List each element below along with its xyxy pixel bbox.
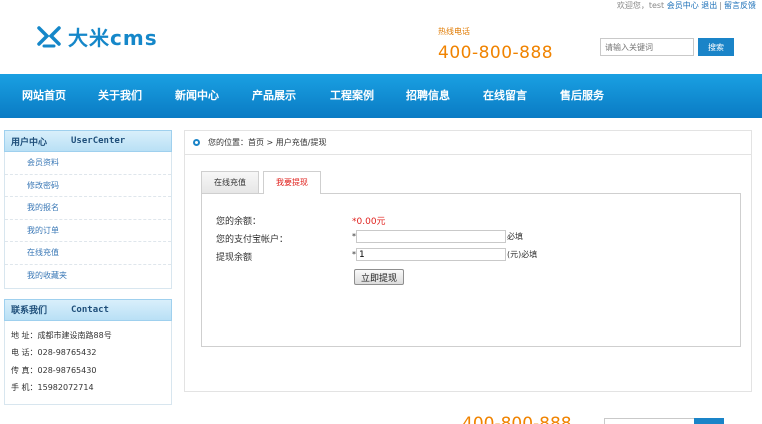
main-nav: 网站首页 关于我们 新闻中心 产品展示 工程案例 招聘信息 在线留言 售后服务 — [0, 74, 762, 118]
sidebar-item-registrations[interactable]: 我的报名 — [5, 197, 171, 220]
hotline-label: 热线电话 — [438, 27, 470, 36]
location-icon — [193, 139, 200, 146]
contact-fax: 传 真：028-98765430 — [11, 365, 97, 375]
contact-title: 联系我们 — [11, 306, 48, 317]
member-center-link[interactable]: 会员中心 — [667, 1, 699, 10]
user-center-title: 用户中心 — [11, 137, 48, 148]
topbar-separator: | — [719, 1, 722, 10]
welcome-text: 欢迎您， — [616, 1, 649, 10]
sidebar-item-recharge[interactable]: 在线充值 — [5, 242, 171, 265]
footer-search-button[interactable] — [694, 418, 724, 424]
nav-item-cases[interactable]: 工程案例 — [330, 74, 374, 118]
sidebar-item-profile[interactable]: 会员资料 — [5, 152, 171, 175]
nav-item-home[interactable]: 网站首页 — [22, 74, 66, 118]
sidebar-item-password[interactable]: 修改密码 — [5, 175, 171, 198]
hotline: 热线电话 400-800-888 — [438, 26, 553, 63]
nav-item-news[interactable]: 新闻中心 — [175, 74, 219, 118]
tab-recharge[interactable]: 在线充值 — [201, 171, 259, 193]
search-bar: 搜索 — [600, 38, 734, 56]
alipay-field-group: * 必填 — [352, 230, 523, 243]
sidebar-item-orders[interactable]: 我的订单 — [5, 220, 171, 243]
search-input[interactable] — [600, 38, 694, 56]
footer-search-input[interactable] — [604, 418, 694, 424]
breadcrumb: 您的位置：首页 > 用户充值/提现 — [185, 131, 751, 155]
contact-title-en: Contact — [71, 304, 109, 315]
footer-hotline-number: 400-800-888 — [462, 414, 572, 424]
nav-item-products[interactable]: 产品展示 — [252, 74, 296, 118]
sidebar: 用户中心 UserCenter 会员资料 修改密码 我的报名 我的订单 在线充值… — [4, 130, 172, 405]
username: test — [648, 1, 665, 10]
amount-label: 提现余额 — [216, 253, 253, 263]
contact-phone: 电 话：028-98765432 — [11, 348, 97, 358]
user-center-menu: 会员资料 修改密码 我的报名 我的订单 在线充值 我的收藏夹 — [4, 152, 172, 289]
contact-list: 地 址：成都市建设南路88号 电 话：028-98765432 传 真：028-… — [4, 320, 172, 405]
nav-item-service[interactable]: 售后服务 — [560, 74, 604, 118]
alipay-label: 您的支付宝帐户： — [216, 235, 289, 245]
search-button[interactable]: 搜索 — [698, 38, 734, 56]
amount-field-group: *(元)必填 — [352, 248, 537, 261]
breadcrumb-text: 您的位置：首页 > 用户充值/提现 — [208, 138, 327, 147]
alipay-required-note: 必填 — [507, 232, 523, 241]
contact-box: 联系我们 Contact 地 址：成都市建设南路88号 电 话：028-9876… — [4, 298, 172, 405]
contact-header: 联系我们 Contact — [4, 298, 172, 321]
sidebar-item-favorites[interactable]: 我的收藏夹 — [5, 265, 171, 288]
balance-label: 您的余额： — [216, 217, 262, 227]
nav-item-message[interactable]: 在线留言 — [483, 74, 527, 118]
nav-item-about[interactable]: 关于我们 — [98, 74, 142, 118]
hotline-number: 400-800-888 — [438, 43, 554, 63]
top-bar: 欢迎您，test 会员中心 退出 | 留言反馈 — [617, 0, 756, 12]
nav-item-jobs[interactable]: 招聘信息 — [406, 74, 450, 118]
withdraw-submit-button[interactable]: 立即提现 — [354, 269, 405, 285]
alipay-account-input[interactable] — [356, 230, 506, 243]
main-content: 您的位置：首页 > 用户充值/提现 在线充值 我要提现 您的余额： *0.00元… — [184, 130, 752, 392]
contact-mobile: 手 机：15982072714 — [11, 383, 94, 393]
user-center-header: 用户中心 UserCenter — [4, 130, 172, 152]
tab-withdraw[interactable]: 我要提现 — [263, 171, 321, 194]
header: 大米cms 热线电话 400-800-888 搜索 — [0, 12, 762, 74]
logout-link[interactable]: 退出 — [701, 1, 717, 10]
amount-required-note: (元)必填 — [507, 250, 538, 259]
logo-text: 大米cms — [68, 26, 158, 50]
site-logo[interactable]: 大米cms — [36, 22, 158, 51]
tab-bar: 在线充值 我要提现 — [201, 171, 325, 194]
balance-value: *0.00元 — [352, 217, 386, 227]
contact-address: 地 址：成都市建设南路88号 — [11, 330, 112, 340]
withdraw-form: 您的余额： *0.00元 您的支付宝帐户： *必填 提现余额 *(元)必填 立即… — [201, 193, 741, 347]
feedback-link[interactable]: 留言反馈 — [724, 1, 756, 10]
user-center-title-en: UserCenter — [71, 136, 126, 146]
withdraw-amount-input[interactable] — [356, 248, 506, 261]
logo-icon — [37, 25, 61, 47]
